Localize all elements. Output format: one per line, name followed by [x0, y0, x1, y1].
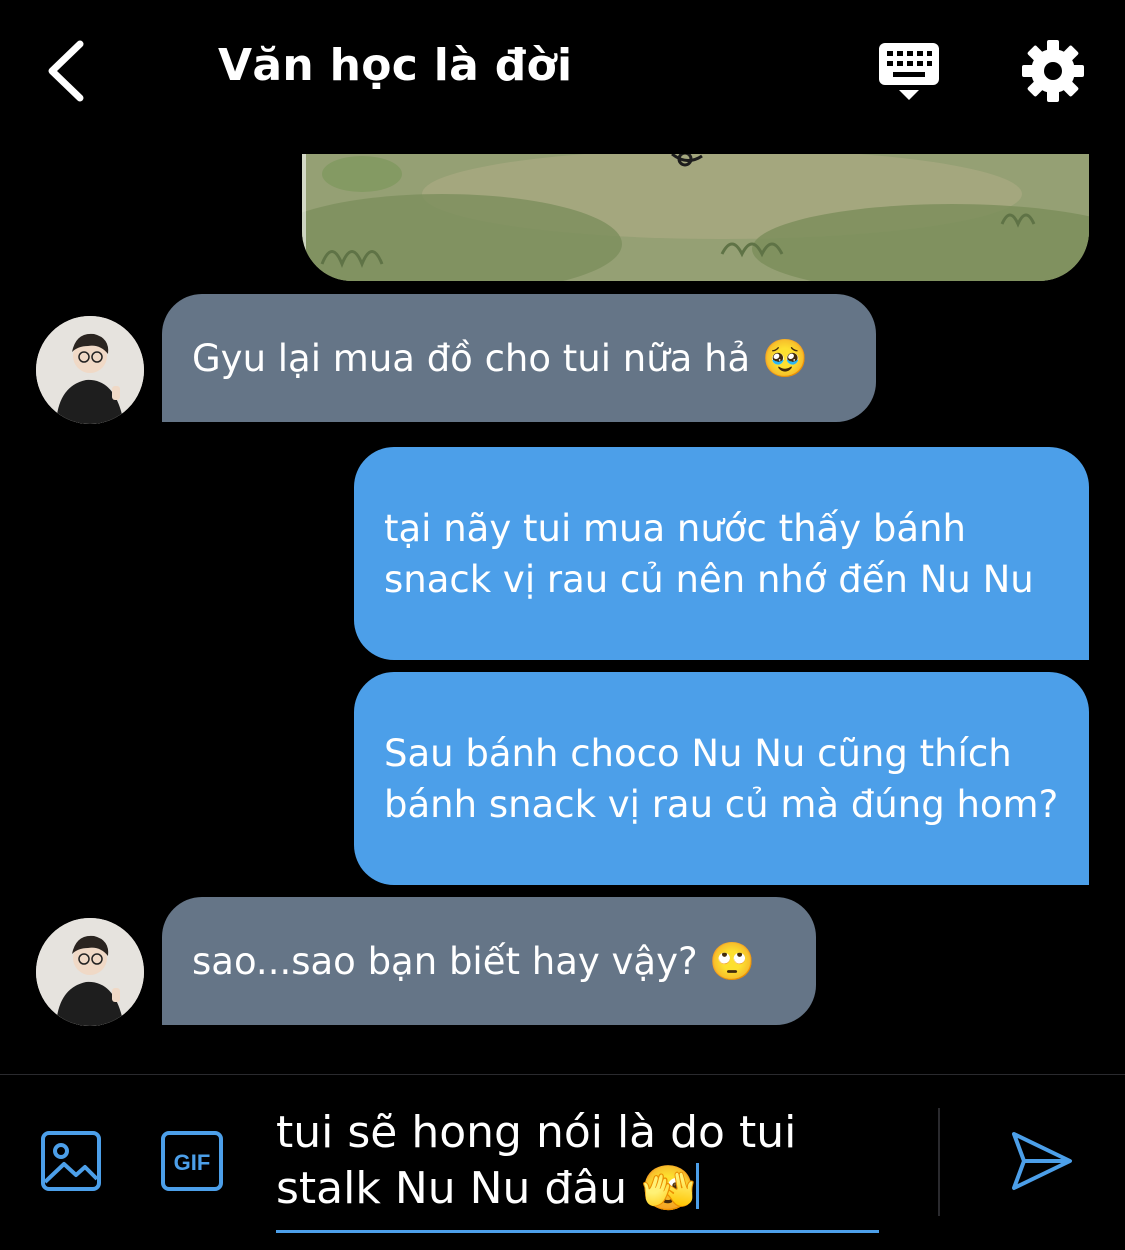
- incoming-message[interactable]: sao...sao bạn biết hay vậy? 🙄: [162, 897, 816, 1025]
- outgoing-message[interactable]: tại nãy tui mua nước thấy bánh snack vị …: [354, 447, 1089, 660]
- text-caret: [695, 1163, 699, 1209]
- message-text: tại nãy tui mua nước thấy bánh snack vị …: [384, 506, 1034, 601]
- avatar[interactable]: [36, 918, 144, 1026]
- incoming-message[interactable]: Gyu lại mua đồ cho tui nữa hả 🥹: [162, 294, 876, 422]
- gear-icon: [1022, 40, 1084, 102]
- message-text: sao...sao bạn biết hay vậy? 🙄: [192, 939, 756, 983]
- add-image-button[interactable]: [40, 1130, 102, 1192]
- keyboard-button[interactable]: [876, 40, 942, 106]
- chat-screen: Văn học là đời Gyu lại mua đồ cho tui nữ…: [0, 0, 1125, 1250]
- message-text: Sau bánh choco Nu Nu cũng thích bánh sna…: [384, 731, 1059, 826]
- message-photo: [302, 154, 1089, 281]
- message-text: Gyu lại mua đồ cho tui nữa hả 🥹: [192, 336, 809, 380]
- back-button[interactable]: [38, 36, 98, 106]
- avatar-photo: [36, 918, 144, 1026]
- gif-button[interactable]: GIF: [160, 1130, 224, 1192]
- gif-icon: GIF: [161, 1131, 223, 1191]
- outgoing-message[interactable]: Sau bánh choco Nu Nu cũng thích bánh sna…: [354, 672, 1089, 885]
- send-button[interactable]: [1008, 1128, 1074, 1194]
- chevron-left-icon: [48, 40, 84, 102]
- avatar-photo: [36, 316, 144, 424]
- avatar[interactable]: [36, 316, 144, 424]
- keyboard-icon: [879, 43, 939, 100]
- gif-label: GIF: [174, 1150, 211, 1175]
- image-icon: [41, 1131, 101, 1191]
- message-input[interactable]: tui sẽ hong nói là do tui stalk Nu Nu đâ…: [276, 1105, 879, 1233]
- image-message[interactable]: [302, 154, 1089, 281]
- settings-button[interactable]: [1020, 38, 1086, 104]
- send-icon: [1012, 1132, 1072, 1190]
- draft-text: tui sẽ hong nói là do tui stalk Nu Nu đâ…: [276, 1107, 811, 1214]
- header-bar: Văn học là đời: [0, 0, 1125, 140]
- conversation-title: Văn học là đời: [218, 40, 573, 91]
- composer-divider: [0, 1074, 1125, 1075]
- composer-separator: [938, 1108, 940, 1216]
